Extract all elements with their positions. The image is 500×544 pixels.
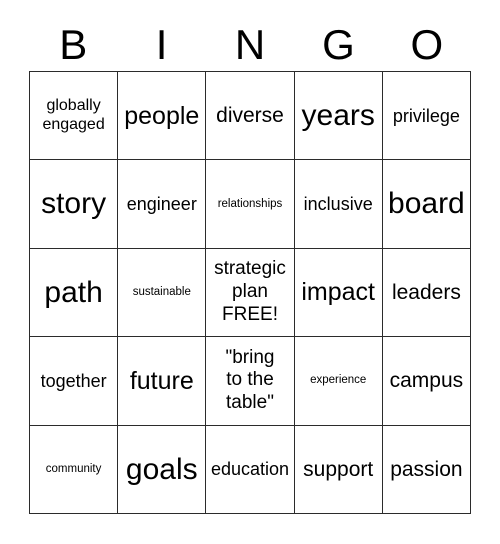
bingo-cell-o5[interactable]: passion [382,425,471,514]
bingo-cell-label: impact [301,278,376,307]
bingo-cell-label: engineer [126,194,197,215]
header-letter-g: G [322,20,355,68]
bingo-cell-i4[interactable]: future [118,337,207,426]
bingo-cell-b4[interactable]: together [30,337,119,426]
bingo-cell-i3[interactable]: sustainable [118,248,207,338]
bingo-cell-b2[interactable]: story [30,160,119,249]
bingo-cell-label: diverse [216,103,284,127]
bingo-grid: globally engaged people diverse years pr… [29,71,471,514]
bingo-cell-label: board [388,187,465,221]
bingo-cell-label: years [301,98,375,132]
bingo-cell-label: story [41,187,107,221]
bingo-cell-o3[interactable]: leaders [382,248,471,338]
header-letter-i: I [155,20,168,68]
bingo-cell-o1[interactable]: privilege [382,72,471,161]
bingo-cell-i1[interactable]: people [118,72,207,161]
bingo-cell-b5[interactable]: community [30,425,119,514]
bingo-cell-label: people [124,101,200,130]
bingo-cell-b3[interactable]: path [30,248,119,338]
bingo-cell-label: relationships [217,197,283,210]
bingo-cell-label: "bring to the table" [225,346,275,414]
bingo-cell-label: privilege [392,105,460,126]
bingo-cell-label: inclusive [303,194,373,215]
bingo-cell-label: support [303,457,374,481]
bingo-cell-n4[interactable]: "bring to the table" [206,337,295,426]
bingo-cell-label: community [45,462,102,475]
bingo-cell-label: experience [310,374,367,387]
bingo-cell-n2[interactable]: relationships [206,160,295,249]
bingo-cell-n5[interactable]: education [206,425,295,514]
bingo-cell-label: passion [390,457,463,481]
bingo-card: B I N G O globally engaged people divers… [0,0,500,544]
bingo-cell-g4[interactable]: experience [294,337,383,426]
bingo-cell-o2[interactable]: board [382,160,471,249]
bingo-cell-label: education [210,459,290,480]
bingo-cell-label: sustainable [132,286,191,299]
bingo-cell-label: goals [125,452,198,486]
bingo-cell-label: campus [389,369,464,393]
bingo-cell-free-space[interactable]: strategic plan FREE! [206,248,295,338]
bingo-cell-o4[interactable]: campus [382,337,471,426]
bingo-cell-g2[interactable]: inclusive [294,160,383,249]
bingo-cell-i5[interactable]: goals [118,425,207,514]
bingo-cell-g1[interactable]: years [294,72,383,161]
bingo-cell-g3[interactable]: impact [294,248,383,338]
header-letter-o: O [410,20,444,68]
bingo-cell-label: path [44,275,103,309]
bingo-cell-n1[interactable]: diverse [206,72,295,161]
bingo-header: B I N G O [29,18,471,71]
bingo-cell-label: globally engaged [42,96,105,133]
bingo-cell-label: leaders [391,280,461,304]
bingo-cell-g5[interactable]: support [294,425,383,514]
bingo-cell-b1[interactable]: globally engaged [30,72,119,161]
header-letter-b: B [59,20,88,68]
bingo-cell-i2[interactable]: engineer [118,160,207,249]
bingo-cell-label: together [40,370,107,391]
header-letter-n: N [234,20,266,68]
bingo-cell-label: strategic plan FREE! [214,258,286,325]
bingo-cell-label: future [129,366,194,395]
